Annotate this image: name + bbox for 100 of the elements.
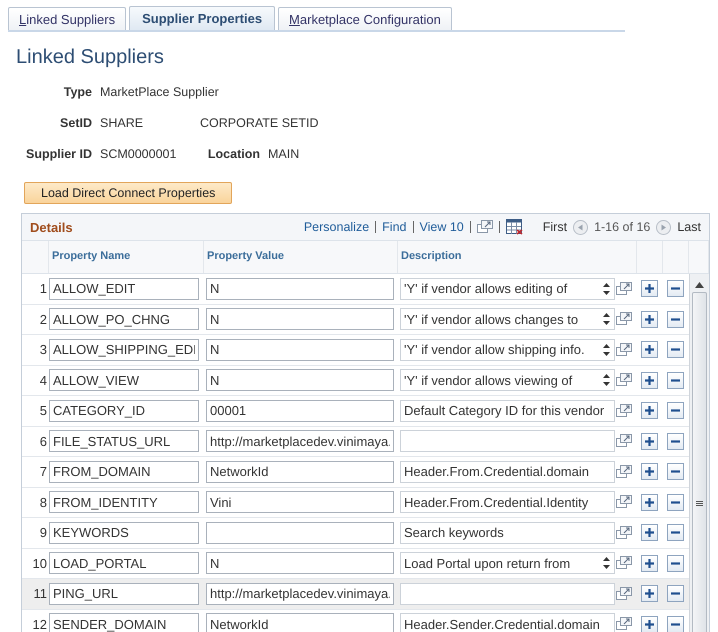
delete-row-button[interactable]	[667, 585, 684, 602]
add-row-button[interactable]	[641, 402, 658, 420]
grid-row[interactable]: 1 ALLOW_EDIT N 'Y' if vendor allows editing of	[22, 274, 689, 304]
description-field[interactable]: Header.From.Credential.domain	[400, 460, 615, 483]
add-row-button[interactable]	[641, 463, 658, 480]
add-row-button[interactable]	[641, 494, 658, 511]
property-value-field[interactable]: N	[206, 278, 394, 300]
property-name-field[interactable]: CATEGORY_ID	[49, 400, 199, 422]
description-field[interactable]: 'Y' if vendor allows editing of	[400, 278, 615, 300]
spinner-icon[interactable]	[602, 372, 611, 388]
expand-icon[interactable]	[616, 282, 632, 296]
property-value-field[interactable]	[206, 522, 394, 544]
grid-row[interactable]: 10 LOAD_PORTAL N Load Portal upon return from	[22, 548, 689, 579]
property-value-field[interactable]: N	[206, 308, 394, 330]
grid-row[interactable]: 4 ALLOW_VIEW N 'Y' if vendor allows viewing of	[22, 366, 689, 396]
expand-icon[interactable]	[616, 342, 632, 357]
expand-icon[interactable]	[616, 373, 632, 388]
expand-icon[interactable]	[616, 434, 632, 448]
expand-icon[interactable]	[616, 586, 632, 601]
expand-icon[interactable]	[616, 404, 632, 418]
delete-row-button[interactable]	[667, 524, 684, 542]
description-field[interactable]: 'Y' if vendor allows changes to	[400, 308, 615, 330]
grid-row[interactable]: 12 SENDER_DOMAIN NetworkId Header.Sender.Credential.domain	[22, 610, 689, 632]
expand-icon[interactable]	[616, 312, 632, 326]
add-row-button[interactable]	[641, 524, 658, 542]
add-row-button[interactable]	[641, 616, 658, 632]
add-row-button[interactable]	[641, 554, 658, 572]
grid-row[interactable]: 2 ALLOW_PO_CHNG N 'Y' if vendor allows changes to	[22, 304, 689, 335]
expand-icon[interactable]	[616, 556, 632, 570]
scrollbar[interactable]	[689, 274, 709, 632]
property-name-field[interactable]: PING_URL	[49, 582, 199, 605]
add-row-button[interactable]	[641, 280, 658, 298]
plus-icon	[645, 620, 654, 629]
property-value-field[interactable]: Vini	[206, 491, 394, 514]
delete-row-button[interactable]	[667, 341, 684, 358]
add-row-button[interactable]	[641, 310, 658, 328]
description-field[interactable]: Search keywords	[400, 522, 615, 544]
property-value-field[interactable]: NetworkId	[206, 460, 394, 483]
spinner-icon[interactable]	[602, 555, 611, 572]
delete-row-button[interactable]	[667, 280, 684, 298]
add-row-button[interactable]	[641, 372, 658, 389]
property-name-field[interactable]: FILE_STATUS_URL	[49, 430, 199, 452]
property-value-field[interactable]: N	[206, 369, 394, 392]
property-name-field[interactable]: FROM_DOMAIN	[49, 460, 199, 483]
scroll-up-icon[interactable]	[695, 282, 704, 288]
spreadsheet-icon[interactable]	[506, 219, 523, 235]
description-field[interactable]: 'Y' if vendor allows viewing of	[400, 369, 615, 392]
tab[interactable]: Supplier Properties	[129, 6, 276, 30]
delete-row-button[interactable]	[667, 463, 684, 480]
property-name-field[interactable]: ALLOW_EDIT	[49, 278, 199, 300]
grid-row[interactable]: 9 KEYWORDS Search keywords	[22, 518, 689, 548]
property-value-field[interactable]: N	[206, 338, 394, 361]
spinner-icon[interactable]	[602, 311, 611, 328]
grid-row[interactable]: 5 CATEGORY_ID 00001 Default Category ID for this vendor	[22, 396, 689, 426]
grid-row[interactable]: 7 FROM_DOMAIN NetworkId Header.From.Credential.domain	[22, 457, 689, 488]
plus-icon	[645, 498, 654, 507]
description-field[interactable]	[400, 430, 615, 452]
expand-icon[interactable]	[476, 220, 493, 234]
tab[interactable]: Linked Suppliers	[8, 7, 126, 30]
delete-row-button[interactable]	[667, 402, 684, 420]
first-link[interactable]: First	[542, 220, 568, 234]
property-value-field[interactable]: NetworkId	[206, 613, 394, 632]
property-name-field[interactable]: SENDER_DOMAIN	[49, 613, 199, 632]
description-field[interactable]: Header.Sender.Credential.domain	[400, 613, 615, 632]
description-field[interactable]: Default Category ID for this vendor	[400, 400, 615, 422]
expand-icon[interactable]	[616, 464, 632, 479]
property-value-field[interactable]: N	[206, 552, 394, 574]
load-properties-button[interactable]: Load Direct Connect Properties	[24, 182, 232, 204]
delete-row-button[interactable]	[667, 616, 684, 632]
grid-link[interactable]: Find	[382, 220, 406, 234]
description-field[interactable]: Header.From.Credential.Identity	[400, 491, 615, 514]
description-field[interactable]	[400, 582, 615, 605]
expand-icon[interactable]	[616, 526, 632, 540]
spinner-icon[interactable]	[602, 280, 611, 297]
spinner-icon[interactable]	[602, 342, 611, 358]
grid-link[interactable]: Personalize	[304, 220, 370, 234]
description-field[interactable]: 'Y' if vendor allow shipping info.	[400, 338, 615, 361]
delete-row-button[interactable]	[667, 310, 684, 328]
delete-row-button[interactable]	[667, 372, 684, 389]
add-row-button[interactable]	[641, 432, 658, 450]
property-name-field[interactable]: KEYWORDS	[49, 522, 199, 544]
tab[interactable]: Marketplace Configuration	[278, 7, 452, 30]
grid-link[interactable]: View 10	[420, 220, 464, 234]
delete-row-button[interactable]	[667, 554, 684, 572]
grid-row[interactable]: 8 FROM_IDENTITY Vini Header.From.Credential.Identity	[22, 488, 689, 518]
plus-icon	[645, 345, 654, 354]
property-name-field[interactable]: LOAD_PORTAL	[49, 552, 199, 574]
property-name-field[interactable]: ALLOW_PO_CHNG	[49, 308, 199, 330]
property-name-field[interactable]: ALLOW_VIEW	[49, 369, 199, 392]
expand-icon[interactable]	[616, 617, 632, 632]
add-row-button[interactable]	[641, 341, 658, 358]
delete-row-button[interactable]	[667, 432, 684, 450]
scroll-thumb[interactable]	[692, 292, 707, 632]
property-name-field[interactable]: FROM_IDENTITY	[49, 491, 199, 514]
expand-icon[interactable]	[616, 495, 632, 510]
delete-row-button[interactable]	[667, 494, 684, 511]
description-field[interactable]: Load Portal upon return from	[400, 552, 615, 574]
property-value-field[interactable]: 00001	[206, 400, 394, 422]
last-link[interactable]: Last	[677, 220, 701, 234]
add-row-button[interactable]	[641, 585, 658, 602]
